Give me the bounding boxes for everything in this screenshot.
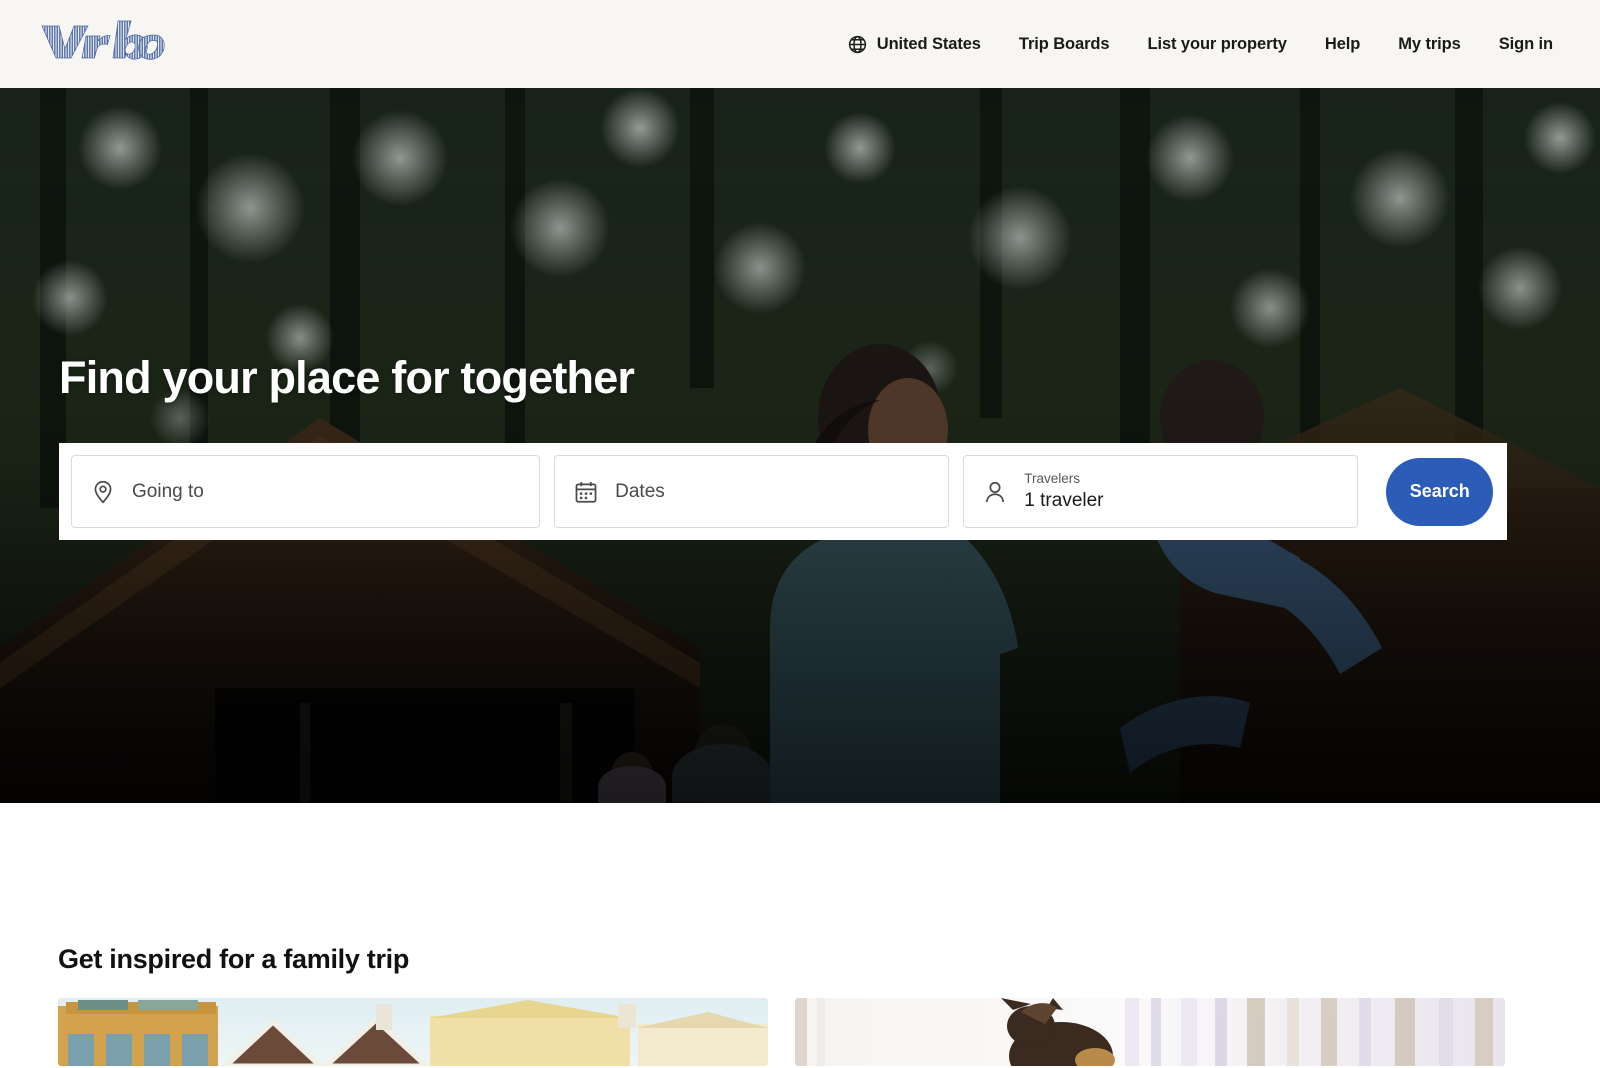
person-icon [986, 481, 1005, 502]
travelers-field[interactable]: Travelers 1 traveler [963, 455, 1359, 528]
nav-label-sign-in: Sign in [1498, 34, 1553, 53]
search-button[interactable]: Search [1386, 457, 1493, 526]
main-navigation: United States Trip Boards List your prop… [828, 0, 1572, 88]
nav-label-help: Help [1324, 34, 1361, 53]
beach-houses-image [58, 998, 768, 1066]
travelers-value: 1 traveler [1024, 489, 1104, 511]
inspire-section: Get inspired for a family trip [0, 803, 1600, 1066]
hero-banner: Find your place for together Going to Da… [0, 88, 1600, 803]
nav-item-sign-in[interactable]: Sign in [1480, 35, 1572, 54]
destination-placeholder: Going to [132, 480, 204, 502]
nav-item-trip-boards[interactable]: Trip Boards [1000, 35, 1129, 54]
travelers-stack: Travelers 1 traveler [1024, 471, 1103, 511]
travelers-label: Travelers [1024, 471, 1081, 487]
hero-title: Find your place for together [59, 352, 635, 403]
inspire-title: Get inspired for a family trip [58, 944, 410, 974]
inspire-card-list [58, 998, 1542, 1068]
inspire-card-dog-interior[interactable] [795, 998, 1505, 1066]
nav-label-trip-boards: Trip Boards [1018, 34, 1110, 53]
search-bar: Going to Dates Travelers 1 traveler Sear… [59, 443, 1507, 540]
nav-item-united-states[interactable]: United States [828, 34, 1000, 55]
globe-icon [848, 35, 866, 53]
nav-item-list-your-property[interactable]: List your property [1128, 35, 1305, 54]
inspire-card-beach-houses[interactable] [58, 998, 768, 1066]
dates-placeholder: Dates [615, 480, 665, 502]
dog-interior-image [795, 998, 1505, 1066]
destination-field[interactable]: Going to [71, 455, 541, 528]
nav-item-my-trips[interactable]: My trips [1379, 35, 1479, 54]
vrbo-logo[interactable] [38, 18, 168, 64]
calendar-icon [575, 481, 597, 503]
nav-label-united-states: United States [876, 34, 981, 53]
dates-field[interactable]: Dates [554, 455, 950, 528]
site-header: United States Trip Boards List your prop… [0, 0, 1600, 88]
nav-item-help[interactable]: Help [1306, 35, 1379, 54]
location-pin-icon [94, 480, 112, 504]
nav-label-list-your-property: List your property [1147, 34, 1287, 53]
nav-label-my-trips: My trips [1398, 34, 1461, 53]
